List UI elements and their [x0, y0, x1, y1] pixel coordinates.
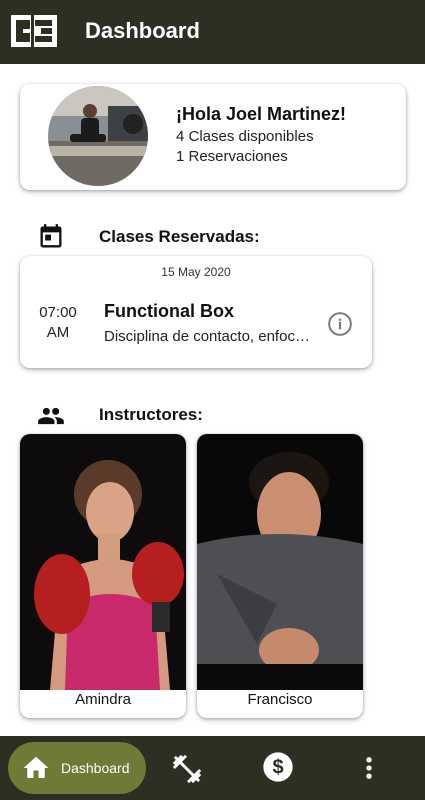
info-icon[interactable]	[327, 311, 353, 337]
reservations-text: 1 Reservaciones	[176, 148, 288, 165]
class-date: 15 May 2020	[161, 265, 231, 279]
instructor-photo	[20, 434, 186, 690]
dollar-icon[interactable]: $	[262, 751, 294, 783]
page-title: Dashboard	[85, 18, 200, 43]
people-icon	[38, 407, 64, 425]
instructor-card[interactable]: Francisco	[197, 434, 363, 718]
more-vert-icon[interactable]	[355, 752, 383, 784]
instructor-photo	[197, 434, 363, 690]
instructor-name: Amindra	[75, 691, 131, 708]
svg-text:$: $	[272, 757, 283, 779]
class-description: Disciplina de contacto, enfocada en...	[104, 328, 314, 345]
dumbbell-icon[interactable]	[170, 752, 204, 786]
profile-card: ¡Hola Joel Martinez! 4 Clases disponible…	[20, 84, 406, 190]
greeting-text: ¡Hola Joel Martinez!	[176, 104, 347, 124]
instructors-title: Instructores:	[99, 405, 203, 424]
instructor-name: Francisco	[247, 691, 313, 708]
home-icon	[23, 756, 49, 778]
class-time-meridiem: AM	[46, 324, 70, 341]
nav-item-dashboard[interactable]: Dashboard	[8, 742, 146, 794]
top-app-bar: Dashboard	[0, 0, 425, 64]
class-time: 07:00 AM	[32, 303, 84, 343]
class-name: Functional Box	[104, 301, 234, 321]
bottom-navigation: Dashboard $	[0, 736, 425, 800]
avatar-photo	[48, 86, 148, 186]
brand-logo-icon[interactable]	[11, 15, 57, 47]
instructor-card[interactable]: Amindra	[20, 434, 186, 718]
nav-item-label: Dashboard	[61, 760, 130, 776]
reserved-class-card[interactable]: 15 May 2020 07:00 AM Functional Box Disc…	[20, 256, 372, 368]
class-time-hour: 07:00	[39, 304, 77, 321]
avatar[interactable]	[48, 86, 148, 186]
calendar-icon	[40, 224, 62, 248]
classes-available-text: 4 Clases disponibles	[176, 128, 314, 145]
reserved-classes-title: Clases Reservadas:	[99, 227, 260, 246]
